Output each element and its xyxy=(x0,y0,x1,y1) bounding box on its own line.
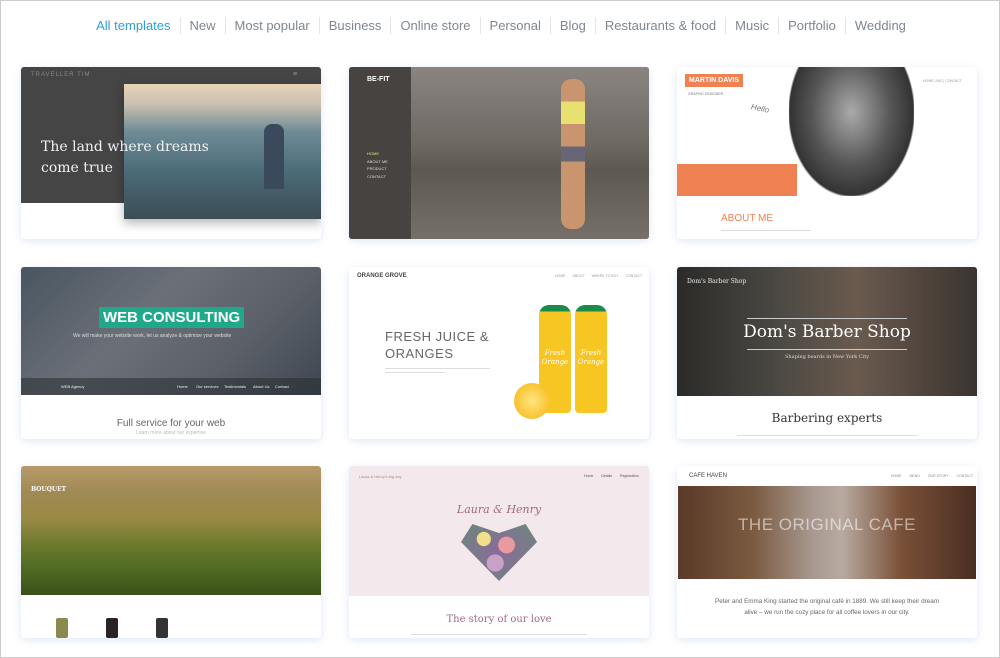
template-card-web-consulting[interactable]: WEB CONSULTING We will make your website… xyxy=(21,267,321,439)
tab-online-store[interactable]: Online store xyxy=(390,17,479,34)
nav-about[interactable]: ABOUT xyxy=(573,274,585,278)
nav-about[interactable]: About Us xyxy=(253,384,269,389)
brand: MARTIN DAVIS xyxy=(685,74,744,87)
template-card-traveller[interactable]: TRAVELLER TIM ≡ The land where dreams co… xyxy=(21,67,321,239)
couple-names: Laura & Henry xyxy=(456,503,542,516)
side-nav: HOME ABOUT ME PRODUCT CONTACT xyxy=(367,150,388,180)
text-line xyxy=(721,230,811,231)
nav-story[interactable]: OUR STORY xyxy=(928,474,949,478)
tagline: Shaping beards in New York City xyxy=(784,354,870,360)
top-nav: HOME ABOUT WHERE TO BUY CONTACT xyxy=(555,274,642,278)
menu-icon: ≡ xyxy=(293,71,298,78)
text-line xyxy=(737,435,917,436)
tab-blog[interactable]: Blog xyxy=(549,17,595,34)
nav-menu[interactable]: MENU xyxy=(910,474,920,478)
headline: Dom's Barber Shop xyxy=(743,322,911,342)
tab-wedding[interactable]: Wedding xyxy=(844,17,915,34)
divider xyxy=(747,318,907,319)
tab-all-templates[interactable]: All templates xyxy=(87,17,179,34)
tab-personal[interactable]: Personal xyxy=(479,17,550,34)
nav-about[interactable]: ABOUT ME xyxy=(367,158,388,166)
nav-contact[interactable]: CONTACT xyxy=(367,173,388,181)
tab-most-popular[interactable]: Most popular xyxy=(224,17,319,34)
tab-restaurants-food[interactable]: Restaurants & food xyxy=(594,17,725,34)
section-heading: ABOUT ME xyxy=(721,213,774,224)
brand: Dom's Barber Shop xyxy=(687,278,747,285)
divider xyxy=(747,349,907,350)
category-tabs: All templates New Most popular Business … xyxy=(1,17,1000,34)
template-card-wedding[interactable]: Laura & Henry's big day Home Details Reg… xyxy=(349,466,649,638)
nav-details[interactable]: Details xyxy=(601,474,612,478)
bottle-label: Fresh Orange xyxy=(541,349,569,366)
nav-where[interactable]: WHERE TO BUY xyxy=(592,274,619,278)
bottle-label: Fresh Orange xyxy=(577,349,605,366)
brand: BOUQUET xyxy=(31,486,67,493)
hello-doodle: Hello xyxy=(750,102,770,115)
nav-home[interactable]: Home xyxy=(584,474,593,478)
template-card-orange-grove[interactable]: ORANGE GROVE HOME ABOUT WHERE TO BUY CON… xyxy=(349,267,649,439)
headline: THE ORIGINAL CAFE xyxy=(738,515,916,534)
brand: Laura & Henry's big day xyxy=(359,474,402,479)
headline: WEB CONSULTING xyxy=(99,307,245,328)
section-heading: Full service for your web xyxy=(116,418,226,429)
section-sub: Learn more about our expertise xyxy=(136,430,206,436)
nav-testimonials[interactable]: Testimonials xyxy=(224,384,246,389)
intro-text: Peter and Emma King started the original… xyxy=(715,598,939,616)
tab-portfolio[interactable]: Portfolio xyxy=(778,17,845,34)
nav-home[interactable]: HOME xyxy=(891,474,902,478)
top-nav: HOME MENU OUR STORY CONTACT xyxy=(891,474,973,478)
brand: CAFE HAVEN xyxy=(689,473,727,479)
orange-slice xyxy=(514,383,550,419)
runner-figure xyxy=(561,79,585,229)
wine-bottle xyxy=(106,618,118,638)
template-card-martin-davis[interactable]: MARTIN DAVIS GRAPHIC DESIGNER HOME | BIO… xyxy=(677,67,977,239)
nav-bar: WEB Agency Home Our services Testimonial… xyxy=(21,378,321,395)
template-card-barber-shop[interactable]: Dom's Barber Shop Dom's Barber Shop Shap… xyxy=(677,267,977,439)
wine-bottle xyxy=(56,618,68,638)
nav-home[interactable]: HOME xyxy=(555,274,566,278)
nav-services[interactable]: Our services xyxy=(196,384,218,389)
wine-bottle xyxy=(156,618,168,638)
tab-music[interactable]: Music xyxy=(725,17,778,34)
nav-contact[interactable]: CONTACT xyxy=(957,474,974,478)
tab-new[interactable]: New xyxy=(179,17,225,34)
tab-business[interactable]: Business xyxy=(318,17,391,34)
brand: ORANGE GROVE xyxy=(357,273,407,279)
top-nav[interactable]: HOME | BIO | CONTACT xyxy=(923,79,962,83)
section-heading: Barbering experts xyxy=(771,411,883,425)
nav-product[interactable]: PRODUCT xyxy=(367,165,388,173)
hero-photo-runner xyxy=(411,67,649,239)
nav-home[interactable]: HOME xyxy=(367,150,388,158)
nav-contact[interactable]: CONTACT xyxy=(625,274,642,278)
tagline: We will make your website work, let us a… xyxy=(73,333,232,339)
subtitle: GRAPHIC DESIGNER xyxy=(688,92,724,96)
brand: WEB Agency xyxy=(61,384,85,389)
section-heading: The story of our love xyxy=(446,614,552,625)
brand: TRAVELLER TIM xyxy=(31,72,91,78)
nav-contact[interactable]: Contact xyxy=(275,384,289,389)
top-nav: Home Details Registration xyxy=(584,474,639,478)
nav-registration[interactable]: Registration xyxy=(620,474,639,478)
text-line xyxy=(385,372,445,373)
template-card-cafe-haven[interactable]: CAFE HAVEN HOME MENU OUR STORY CONTACT T… xyxy=(677,466,977,638)
text-line xyxy=(411,634,587,635)
orange-band xyxy=(677,164,797,196)
template-card-bouquet[interactable]: BOUQUET xyxy=(21,466,321,638)
headline: FRESH JUICE & ORANGES xyxy=(385,329,490,361)
text-line xyxy=(385,368,490,369)
portrait-photo xyxy=(789,67,914,196)
hero-photo-desk xyxy=(21,267,321,395)
person-silhouette xyxy=(264,124,284,189)
template-card-befit[interactable]: BE-FIT HOME ABOUT ME PRODUCT CONTACT xyxy=(349,67,649,239)
headline: The land where dreams come true xyxy=(41,139,209,176)
juice-bottle: Fresh Orange xyxy=(575,305,607,413)
nav-home[interactable]: Home xyxy=(177,384,188,389)
brand: BE-FIT xyxy=(367,76,390,83)
